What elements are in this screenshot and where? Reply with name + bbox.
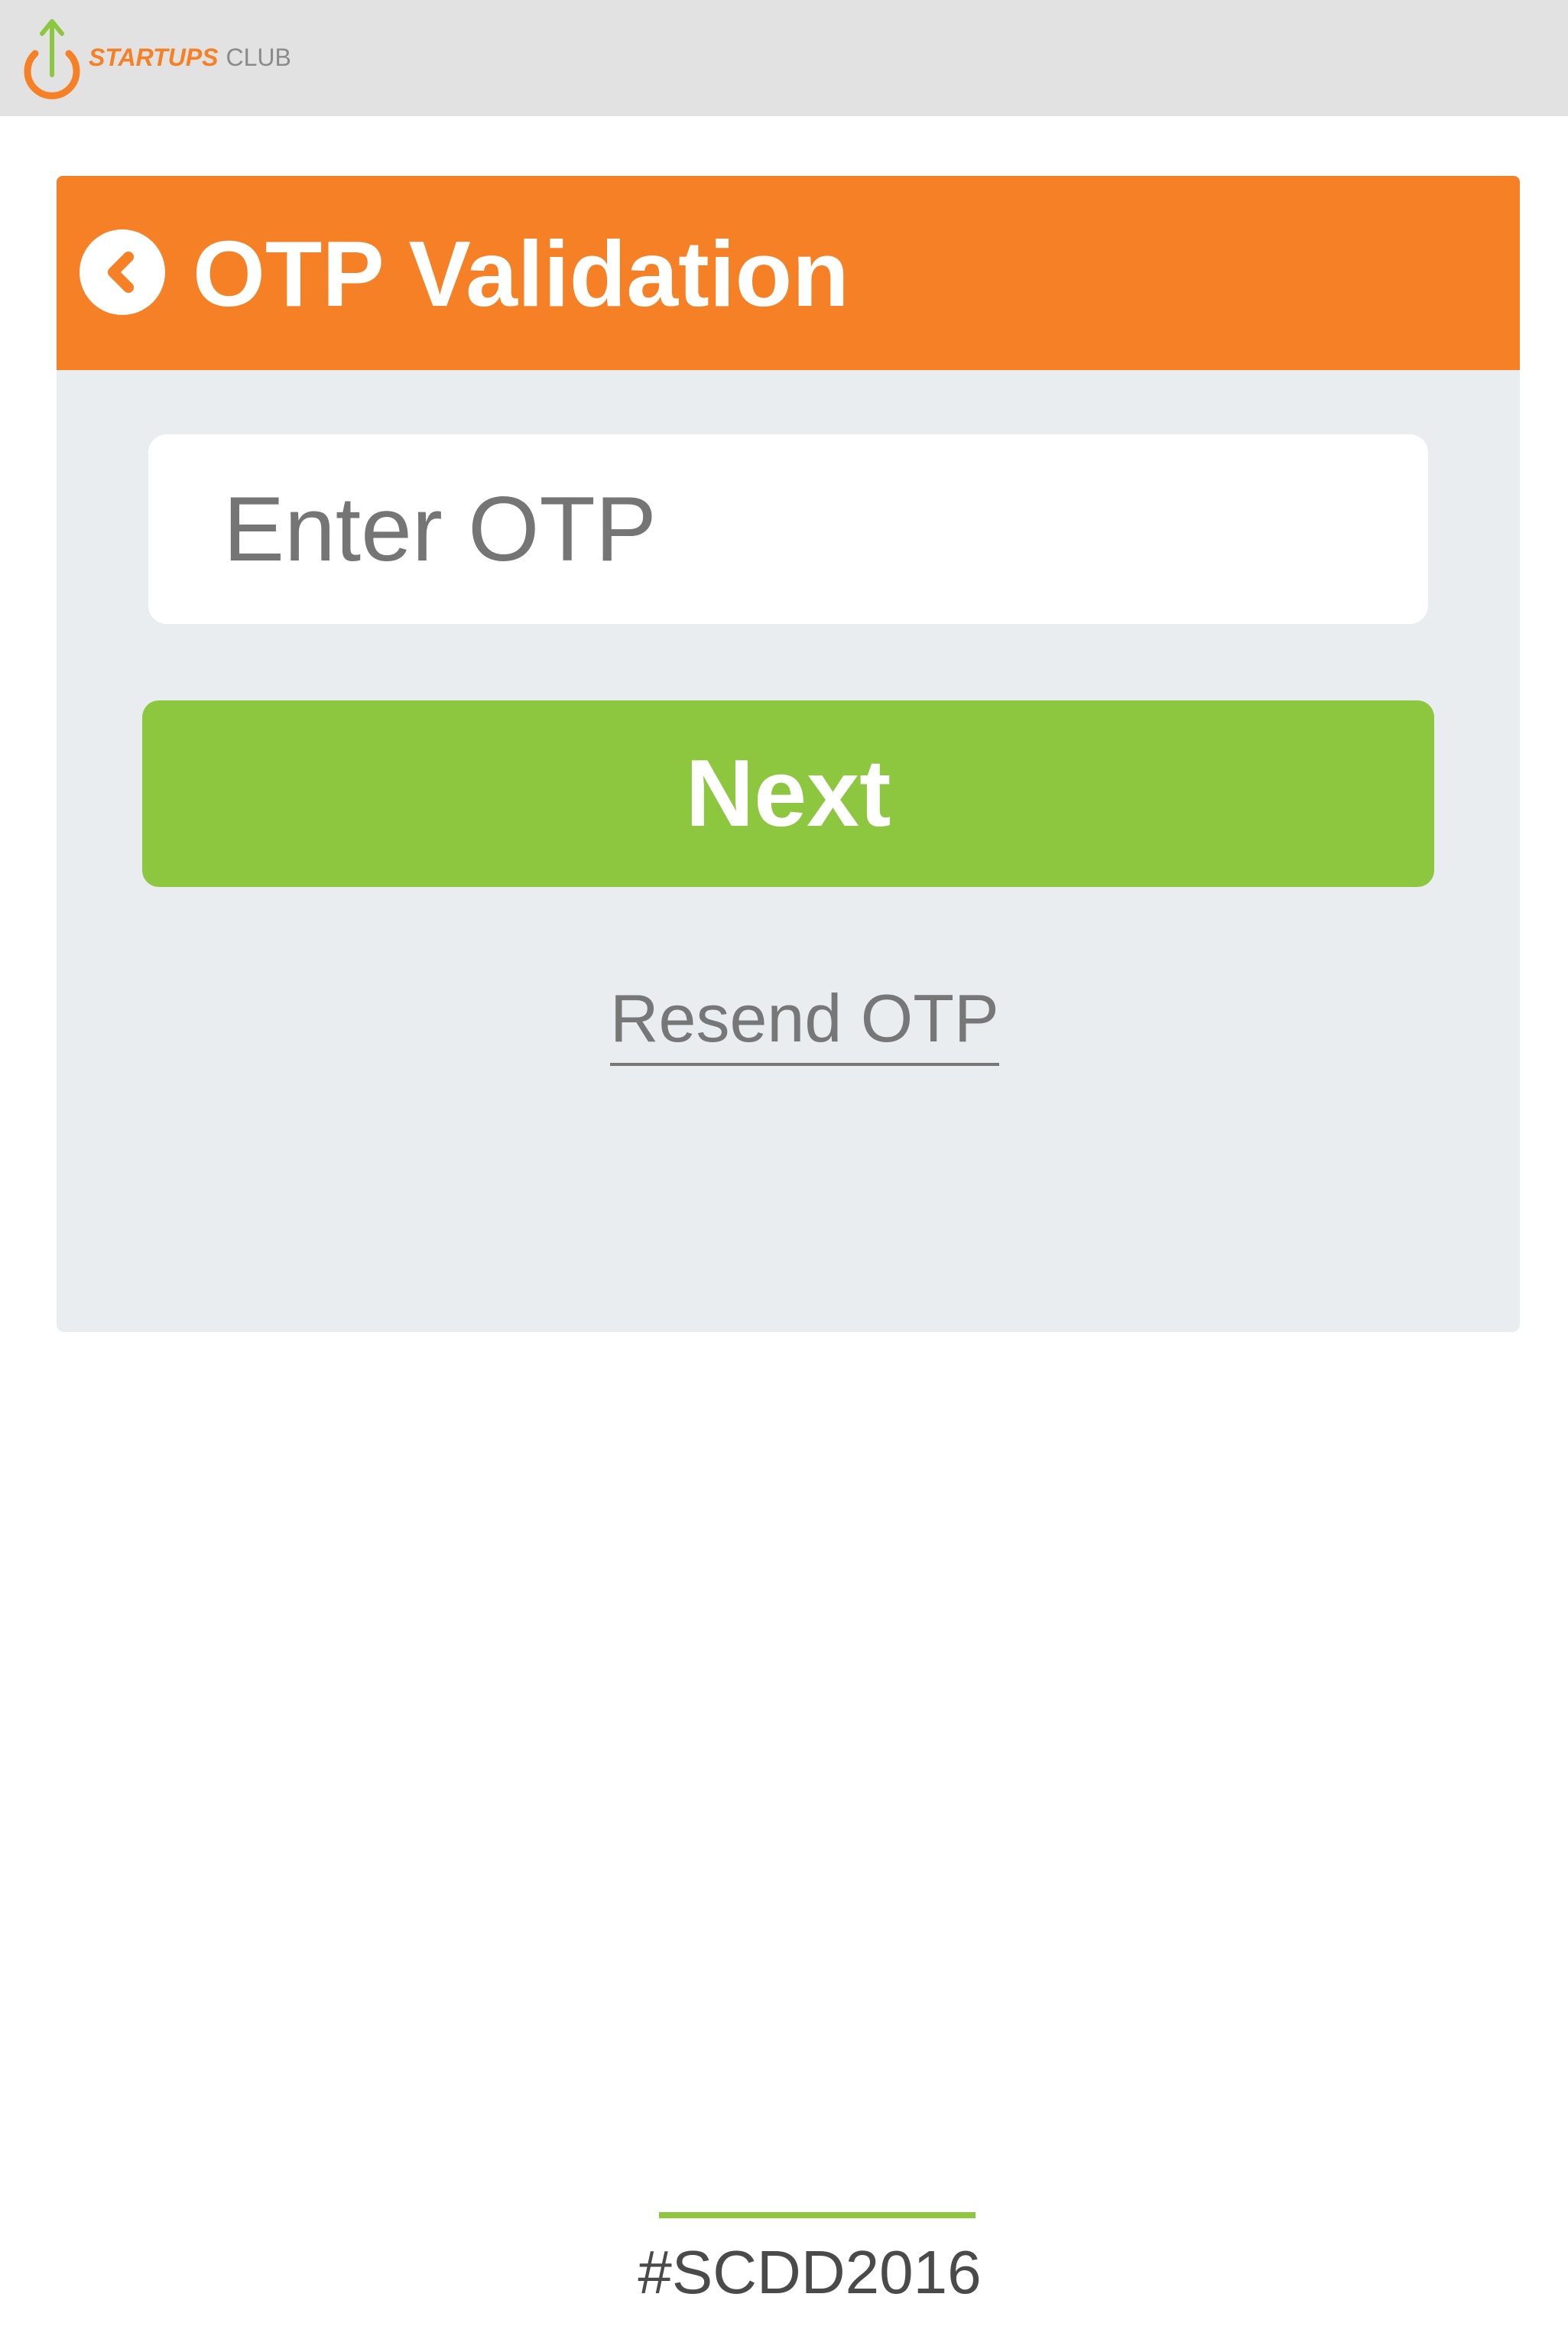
logo-text: STARTUPS CLUB <box>89 44 291 72</box>
otp-validation-card: OTP Validation Next Resend OTP <box>57 176 1520 1332</box>
resend-otp-link[interactable]: Resend OTP <box>610 980 999 1066</box>
footer-hashtag: #SCDD2016 <box>638 2238 982 2306</box>
logo-word-startups: STARTUPS <box>89 43 219 71</box>
chevron-left-icon <box>108 252 134 293</box>
card-header: OTP Validation <box>57 176 1520 370</box>
next-button[interactable]: Next <box>142 700 1434 887</box>
logo-word-club: CLUB <box>226 43 291 71</box>
power-arrow-icon <box>24 19 80 99</box>
otp-input[interactable] <box>148 434 1428 624</box>
top-bar: STARTUPS CLUB <box>0 0 1568 116</box>
page-title: OTP Validation <box>193 222 849 326</box>
startups-club-logo[interactable]: STARTUPS CLUB <box>21 15 291 99</box>
footer-divider <box>659 2212 976 2218</box>
back-button[interactable] <box>80 229 165 315</box>
